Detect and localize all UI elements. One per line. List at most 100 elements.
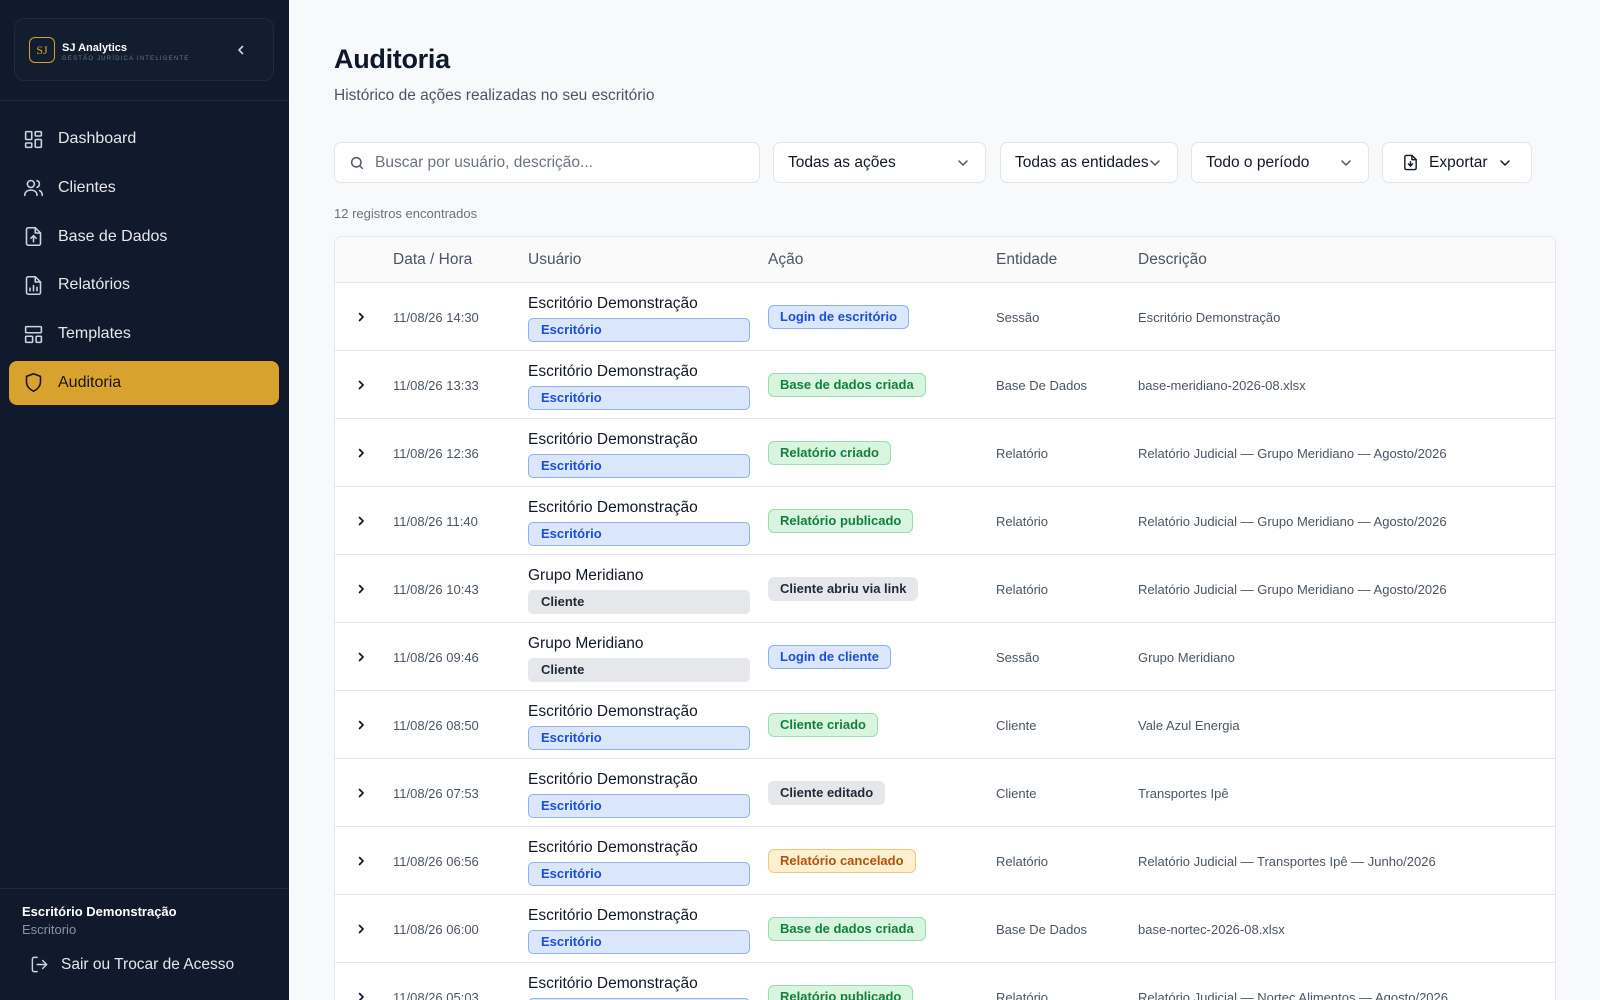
table-row[interactable]: 11/08/26 12:36 Escritório Demonstração Esc… <box>335 419 1555 487</box>
records-count: 12 registros encontrados <box>334 206 478 221</box>
row-action-badge: Relatório publicado <box>768 985 914 1000</box>
chevron-right-icon <box>358 380 364 390</box>
table-row[interactable]: 11/08/26 13:33 Escritório Demonstração Esc… <box>335 351 1555 419</box>
row-user-role-badge: Cliente <box>528 658 750 682</box>
sidebar-item-label: Templates <box>58 325 131 343</box>
column-header-user: Usuário <box>528 251 582 268</box>
chevron-down-icon <box>1150 160 1160 166</box>
file-upload-icon <box>25 227 42 247</box>
logout-button[interactable]: Sair ou Trocar de Acesso <box>30 955 234 974</box>
shield-icon <box>25 373 42 393</box>
table-row[interactable]: 11/08/26 06:56 Escritório Demonstração Esc… <box>335 827 1555 895</box>
table-row[interactable]: 11/08/26 07:53 Escritório Demonstração Esc… <box>335 759 1555 827</box>
entities-filter-select[interactable]: Todas as entidades <box>1000 142 1178 183</box>
search-icon <box>350 156 364 169</box>
row-description: Relatório Judicial — Transportes Ipê — J… <box>1138 854 1436 869</box>
table-row[interactable]: 11/08/26 05:03Escritório DemonstraçãoEsc… <box>335 963 1555 1000</box>
row-description: Relatório Judicial — Grupo Meridiano — A… <box>1138 514 1447 529</box>
sidebar-item-auditoria[interactable]: Auditoria <box>9 360 279 405</box>
period-filter-value: Todo o período <box>1206 153 1310 171</box>
sidebar-item-base-de-dados[interactable]: Base de Dados <box>9 215 279 259</box>
row-action-badge: Base de dados criada <box>768 917 926 941</box>
sidebar-item-relatorios[interactable]: Relatórios <box>9 263 279 307</box>
sidebar-item-label: Auditoria <box>58 373 122 391</box>
chevron-right-icon <box>358 720 364 730</box>
expand-row-button[interactable] <box>351 919 371 939</box>
expand-row-button[interactable] <box>351 851 371 871</box>
row-datetime: 11/08/26 11:40 <box>393 514 478 529</box>
row-description: Vale Azul Energia <box>1138 718 1240 733</box>
row-entity: Base De Dados <box>996 378 1088 393</box>
collapse-sidebar-button[interactable] <box>233 42 249 58</box>
sidebar-item-templates[interactable]: Templates <box>9 312 279 356</box>
row-user-name: Escritório Demonstração <box>528 363 698 380</box>
row-action-badge: Relatório cancelado <box>768 849 916 873</box>
table-row[interactable]: 11/08/26 14:30 Escritório Demonstração Esc… <box>335 283 1555 351</box>
sidebar-item-label: Relatórios <box>58 276 131 294</box>
table-row[interactable]: 11/08/26 11:40 Escritório Demonstração Esc… <box>335 487 1555 555</box>
chevron-down-icon <box>1341 160 1351 166</box>
row-entity: Relatório <box>996 990 1049 1000</box>
expand-row-button[interactable] <box>351 375 371 395</box>
chevron-down-icon <box>958 160 968 166</box>
table-row[interactable]: 11/08/26 06:00 Escritório Demonstração Esc… <box>335 895 1555 963</box>
expand-row-button[interactable] <box>351 715 371 735</box>
column-header-entity: Entidade <box>996 251 1058 268</box>
table-row[interactable]: 11/08/26 10:43 Grupo Meridiano Cliente Clie… <box>335 555 1555 623</box>
row-action-badge: Relatório publicado <box>768 509 914 533</box>
row-datetime: 11/08/26 06:00 <box>393 922 479 937</box>
table-header: Data / Hora Usuário Ação Entidade Descri… <box>335 237 1555 283</box>
row-user-name: Escritório Demonstração <box>528 499 698 516</box>
expand-row-button[interactable] <box>351 511 371 531</box>
logout-label: Sair ou Trocar de Acesso <box>61 955 235 973</box>
row-user-role-badge: Cliente <box>528 590 750 614</box>
chevron-right-icon <box>358 584 364 594</box>
export-label: Exportar <box>1429 153 1488 171</box>
sidebar-item-clientes[interactable]: Clientes <box>9 166 279 210</box>
row-description: Grupo Meridiano <box>1138 650 1235 665</box>
row-user-role-badge: Escritório <box>528 794 750 818</box>
search-box <box>334 142 760 183</box>
actions-filter-select[interactable]: Todas as ações <box>773 142 986 183</box>
page-title: Auditoria <box>334 44 450 74</box>
file-download-icon <box>1404 154 1417 171</box>
row-entity: Relatório <box>996 514 1049 529</box>
export-button[interactable]: Exportar <box>1382 142 1532 183</box>
sidebar-item-label: Clientes <box>58 178 116 196</box>
chevron-right-icon <box>358 652 364 662</box>
table-row[interactable]: 11/08/26 08:50 Escritório Demonstração Esc… <box>335 691 1555 759</box>
expand-row-button[interactable] <box>351 443 371 463</box>
row-datetime: 11/08/26 12:36 <box>393 446 479 461</box>
row-action-badge: Cliente editado <box>768 781 886 805</box>
chevron-right-icon <box>358 516 364 526</box>
page-subtitle: Histórico de ações realizadas no seu esc… <box>334 87 655 104</box>
row-user-role-badge: Escritório <box>528 862 750 886</box>
row-datetime: 11/08/26 08:50 <box>393 718 479 733</box>
chevron-right-icon <box>358 448 364 458</box>
logout-icon <box>31 956 48 973</box>
row-user-role-badge: Escritório <box>528 522 750 546</box>
actions-filter-value: Todas as ações <box>788 153 896 171</box>
sidebar-item-label: Dashboard <box>58 130 137 147</box>
expand-row-button[interactable] <box>351 307 371 327</box>
row-user-name: Escritório Demonstração <box>528 907 698 924</box>
users-icon <box>23 180 44 197</box>
expand-row-button[interactable] <box>351 987 371 1000</box>
row-action-badge: Login de escritório <box>768 305 910 329</box>
period-filter-select[interactable]: Todo o período <box>1191 142 1369 183</box>
expand-row-button[interactable] <box>351 579 371 599</box>
row-user-role-badge: Escritório <box>528 318 750 342</box>
row-description: base-nortec-2026-08.xlsx <box>1138 922 1285 937</box>
sidebar-item-dashboard[interactable]: Dashboard <box>9 117 279 161</box>
expand-row-button[interactable] <box>351 783 371 803</box>
table-row[interactable]: 11/08/26 09:46 Grupo Meridiano Cliente Logi… <box>335 623 1555 691</box>
brand-logo: SJ <box>29 37 55 63</box>
row-datetime: 11/08/26 06:56 <box>393 854 479 869</box>
row-action-badge: Base de dados criada <box>768 373 926 397</box>
row-description: Escritório Demonstração <box>1138 310 1281 325</box>
search-input[interactable] <box>375 153 745 172</box>
row-datetime: 11/08/26 13:33 <box>393 378 479 393</box>
current-user-name: Escritório Demonstração <box>22 904 177 919</box>
row-datetime: 11/08/26 09:46 <box>393 650 479 665</box>
expand-row-button[interactable] <box>351 647 371 667</box>
